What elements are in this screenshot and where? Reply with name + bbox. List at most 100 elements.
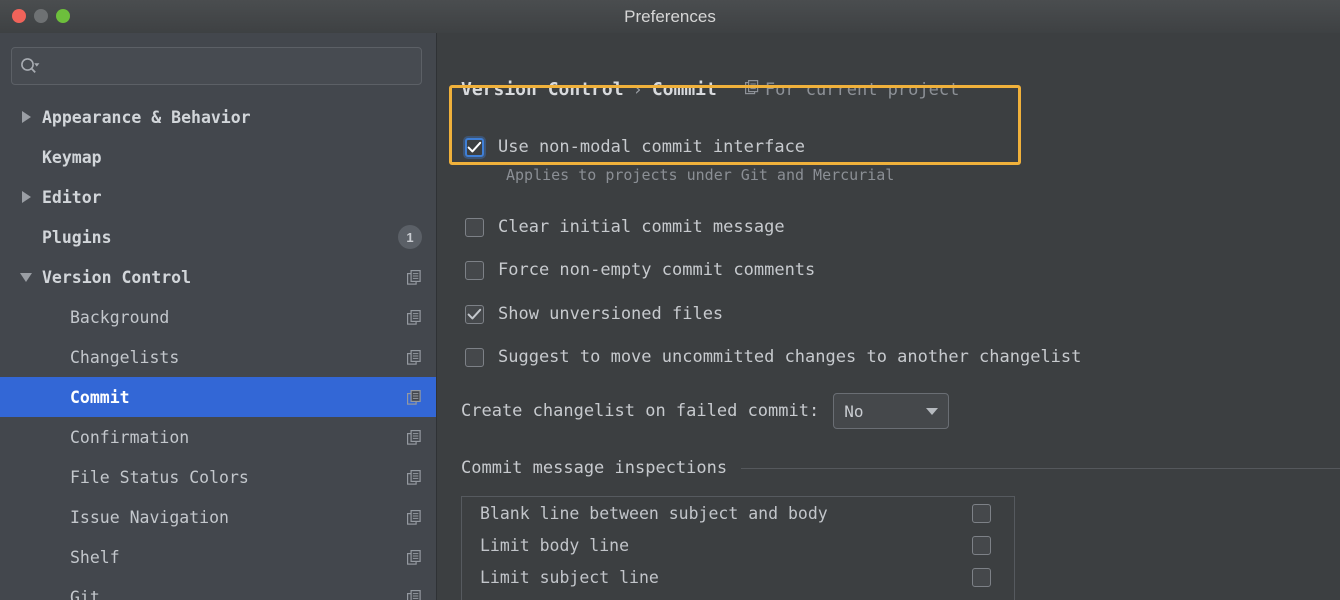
checkmark-icon: [467, 141, 482, 153]
failed-commit-select[interactable]: No: [833, 393, 950, 429]
checkmark-icon: [467, 308, 482, 320]
copy-settings-icon[interactable]: [407, 469, 422, 485]
checkbox-force-non-empty-commit[interactable]: [465, 261, 484, 280]
sidebar-item-shelf[interactable]: Shelf: [0, 537, 436, 577]
sidebar-item-label: Plugins: [42, 227, 112, 247]
copy-settings-icon[interactable]: [407, 429, 422, 445]
sidebar-item-label: Confirmation: [70, 427, 190, 447]
inspection-enabled-cell[interactable]: [948, 535, 1014, 555]
settings-sidebar: Appearance & Behavior Keymap Editor Plugins…: [0, 33, 437, 600]
sidebar-item-adornment: [407, 309, 422, 325]
copy-settings-icon[interactable]: [407, 509, 422, 525]
checkbox-label: Clear initial commit message: [498, 217, 785, 237]
sidebar-item-label: Commit: [70, 387, 130, 407]
inspection-name: Blank line between subject and body: [480, 503, 828, 523]
window-body: Appearance & Behavior Keymap Editor Plugins…: [0, 33, 1340, 600]
copy-settings-icon[interactable]: [407, 549, 422, 565]
inspection-enabled-cell[interactable]: [948, 567, 1014, 587]
sidebar-item-editor[interactable]: Editor: [0, 177, 436, 217]
sidebar-item-label: Version Control: [42, 267, 192, 287]
checkbox-row-use-non-modal-commit[interactable]: Use non-modal commit interface: [465, 137, 805, 157]
sidebar-item-appearance-behavior[interactable]: Appearance & Behavior: [0, 97, 436, 137]
inspection-checkbox-limit-body-line[interactable]: [972, 535, 991, 555]
copy-settings-icon[interactable]: [407, 269, 422, 285]
copy-settings-icon[interactable]: [407, 389, 422, 405]
search-icon: [20, 57, 40, 75]
sidebar-item-confirmation[interactable]: Confirmation: [0, 417, 436, 457]
checkbox-label: Suggest to move uncommitted changes to a…: [498, 347, 1082, 367]
sidebar-item-issue-navigation[interactable]: Issue Navigation: [0, 497, 436, 537]
copy-settings-icon[interactable]: [407, 589, 422, 600]
sidebar-item-label: Issue Navigation: [70, 507, 229, 527]
inspection-checkbox-limit-subject-line[interactable]: [972, 567, 991, 587]
sidebar-item-adornment: [407, 469, 422, 485]
sidebar-item-label: Keymap: [42, 147, 102, 167]
search-box[interactable]: [11, 47, 422, 85]
inspections-title: Commit message inspections: [461, 458, 728, 478]
sidebar-item-label: Git: [70, 587, 100, 600]
sidebar-item-adornment: [407, 269, 422, 285]
sidebar-item-adornment: [407, 429, 422, 445]
checkbox-description: Applies to projects under Git and Mercur…: [506, 166, 895, 184]
checkbox-show-unversioned-files[interactable]: [465, 305, 484, 324]
sidebar-item-adornment: [407, 589, 422, 600]
inspections-section-header: Commit message inspections: [461, 458, 1340, 478]
search-container: [0, 33, 436, 85]
failed-commit-value: No: [844, 401, 864, 421]
sidebar-item-adornment: [407, 389, 422, 405]
sidebar-item-changelists[interactable]: Changelists: [0, 337, 436, 377]
sidebar-item-label: Changelists: [70, 347, 180, 367]
chevron-down-icon[interactable]: [18, 272, 34, 282]
checkbox-suggest-to-move-uncommitted[interactable]: [465, 348, 484, 367]
window-titlebar: Preferences: [0, 0, 1340, 34]
sidebar-item-adornment: [407, 549, 422, 565]
sidebar-item-label: Background: [70, 307, 170, 327]
inspections-table: Blank line between subject and body Limit…: [461, 496, 1015, 600]
sidebar-item-adornment: 1: [398, 225, 422, 249]
checkbox-label: Force non-empty commit comments: [498, 260, 816, 280]
sidebar-item-commit[interactable]: Commit: [0, 377, 436, 417]
sidebar-item-background[interactable]: Background: [0, 297, 436, 337]
copy-settings-icon[interactable]: [407, 349, 422, 365]
sidebar-item-label: Appearance & Behavior: [42, 107, 251, 127]
failed-commit-label: Create changelist on failed commit:: [461, 401, 820, 421]
search-input[interactable]: [40, 57, 413, 75]
checkbox-clear-initial-commit-message[interactable]: [465, 218, 484, 237]
sidebar-item-adornment: [407, 509, 422, 525]
settings-detail-panel: Version Control › Commit For current pro…: [437, 33, 1340, 600]
checkbox-use-non-modal-commit[interactable]: [465, 138, 484, 157]
sidebar-item-label: File Status Colors: [70, 467, 249, 487]
section-divider: [741, 467, 1340, 469]
sidebar-item-git[interactable]: Git: [0, 577, 436, 600]
sidebar-item-label: Editor: [42, 187, 102, 207]
sidebar-item-label: Shelf: [70, 547, 120, 567]
inspection-name: Limit subject line: [480, 567, 659, 587]
inspection-row-blank-line-between-subject-and-body[interactable]: Blank line between subject and body: [462, 497, 1014, 529]
chevron-right-icon[interactable]: [18, 191, 34, 203]
settings-tree: Appearance & Behavior Keymap Editor Plugins…: [0, 97, 436, 600]
failed-commit-row: Create changelist on failed commit: No: [461, 393, 950, 429]
checkbox-row-show-unversioned-files[interactable]: Show unversioned files: [465, 304, 723, 324]
plugins-update-badge: 1: [398, 225, 422, 249]
inspection-name: Limit body line: [480, 535, 630, 555]
checkbox-row-suggest-to-move-uncommitted[interactable]: Suggest to move uncommitted changes to a…: [465, 347, 1081, 367]
checkbox-row-clear-initial-commit-message[interactable]: Clear initial commit message: [465, 217, 785, 237]
checkbox-row-force-non-empty-commit[interactable]: Force non-empty commit comments: [465, 260, 815, 280]
sidebar-item-plugins[interactable]: Plugins 1: [0, 217, 436, 257]
sidebar-item-keymap[interactable]: Keymap: [0, 137, 436, 177]
chevron-right-icon[interactable]: [18, 111, 34, 123]
checkbox-label: Use non-modal commit interface: [498, 137, 806, 157]
preferences-window: Preferences Appearance & Behavior Keymap E: [0, 0, 1340, 600]
sidebar-item-file-status-colors[interactable]: File Status Colors: [0, 457, 436, 497]
inspection-row-limit-subject-line[interactable]: Limit subject line: [462, 561, 1014, 593]
sidebar-item-adornment: [407, 349, 422, 365]
inspection-enabled-cell[interactable]: [948, 503, 1014, 523]
chevron-down-icon: [926, 407, 939, 415]
checkbox-label: Show unversioned files: [498, 304, 724, 324]
inspection-row-limit-body-line[interactable]: Limit body line: [462, 529, 1014, 561]
window-title: Preferences: [624, 7, 716, 26]
inspection-checkbox-blank-line-between-subject-and-body[interactable]: [972, 503, 991, 523]
sidebar-item-version-control[interactable]: Version Control: [0, 257, 436, 297]
copy-settings-icon[interactable]: [407, 309, 422, 325]
inspection-row-spelling[interactable]: Spelling: [462, 593, 1014, 600]
